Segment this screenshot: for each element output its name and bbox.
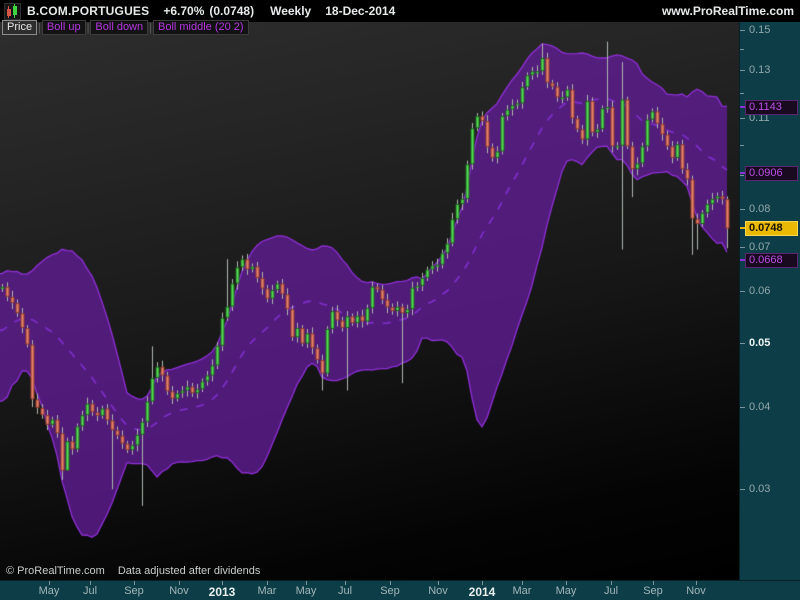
last-price-value: (0.0748) [209, 4, 255, 18]
price-axis[interactable]: 0.15 0.13 0.11 0.08 0.07 0.06 0.05 0.04 0.03 0.11… [739, 22, 800, 580]
bollinger-value-tag: 0.0668 [745, 253, 798, 268]
price-minor-tick [740, 49, 744, 50]
candlestick-logo-icon [4, 2, 21, 20]
time-tick-label: Mar [257, 585, 277, 597]
date-label: 18-Dec-2014 [325, 4, 396, 18]
time-tick-label: May [295, 585, 317, 597]
price-tick [740, 209, 745, 210]
time-axis[interactable]: May Jul Sep Nov 2013 Mar May Jul Sep Nov 2014 Mar Ma… [0, 580, 800, 600]
separator: | [38, 21, 41, 34]
change-percent: +6.70% [163, 4, 205, 18]
time-tick-label: Nov [686, 585, 706, 597]
separator: | [86, 21, 90, 34]
boll-down-button[interactable]: Boll down [90, 20, 149, 35]
price-tick-label: 0.03 [749, 483, 771, 495]
time-tick-label: Sep [643, 585, 663, 597]
watermark-link: www.ProRealTime.com [661, 4, 794, 18]
price-tick [740, 247, 745, 248]
boll-up-button[interactable]: Boll up [41, 20, 86, 35]
bollinger-value-tag: 0.1143 [745, 100, 798, 115]
time-tick-label: 2013 [208, 585, 236, 599]
time-tick-label: Sep [124, 585, 144, 597]
timeframe-label: Weekly [270, 4, 312, 18]
price-tick-label: 0.13 [749, 64, 771, 76]
copyright-note: © ProRealTime.com Data adjusted after di… [6, 565, 270, 577]
price-tick [740, 489, 745, 490]
price-tick-label: 0.08 [749, 203, 771, 215]
separator: | [149, 21, 152, 34]
time-tick-label: Sep [380, 585, 400, 597]
price-tick [740, 70, 745, 71]
time-tick-label: Mar [512, 585, 532, 597]
time-tick-label: Nov [169, 585, 189, 597]
bollinger-value-tag: 0.0906 [745, 166, 798, 181]
time-tick-label: 2014 [468, 585, 496, 599]
indicator-legend: Price | Boll up | Boll down | Boll middl… [2, 20, 249, 35]
price-tick-label: 0.05 [749, 337, 771, 349]
price-tick [740, 118, 745, 119]
time-tick-label: May [38, 585, 60, 597]
chart-window: B.COM.PORTUGUES +6.70% (0.0748) Weekly 1… [0, 0, 800, 600]
time-tick-label: Jul [603, 585, 619, 597]
price-chart-canvas[interactable] [0, 22, 739, 580]
time-tick-label: Jul [337, 585, 353, 597]
time-tick-label: May [555, 585, 577, 597]
price-tick [740, 343, 745, 344]
price-minor-tick [740, 93, 744, 94]
price-tick [740, 291, 745, 292]
price-tick [740, 30, 745, 31]
last-price-tag: 0.0748 [745, 221, 798, 236]
boll-middle-button[interactable]: Boll middle (20 2) [152, 20, 249, 35]
price-minor-tick [740, 175, 744, 176]
price-minor-tick [740, 145, 744, 146]
price-series-button[interactable]: Price [2, 20, 38, 35]
time-tick-label: Nov [428, 585, 448, 597]
dividends-note: Data adjusted after dividends [117, 565, 261, 577]
symbol-name: B.COM.PORTUGUES [27, 4, 150, 18]
price-tick-label: 0.04 [749, 401, 771, 413]
price-tick-label: 0.07 [749, 241, 771, 253]
time-tick-label: Jul [82, 585, 98, 597]
copyright-text: © ProRealTime.com [6, 565, 105, 577]
price-tick-label: 0.06 [749, 285, 771, 297]
price-tick-label: 0.15 [749, 24, 771, 36]
chart-plot-area[interactable]: Price | Boll up | Boll down | Boll middl… [0, 20, 739, 580]
price-tick [740, 407, 745, 408]
header-bar: B.COM.PORTUGUES +6.70% (0.0748) Weekly 1… [0, 0, 800, 22]
